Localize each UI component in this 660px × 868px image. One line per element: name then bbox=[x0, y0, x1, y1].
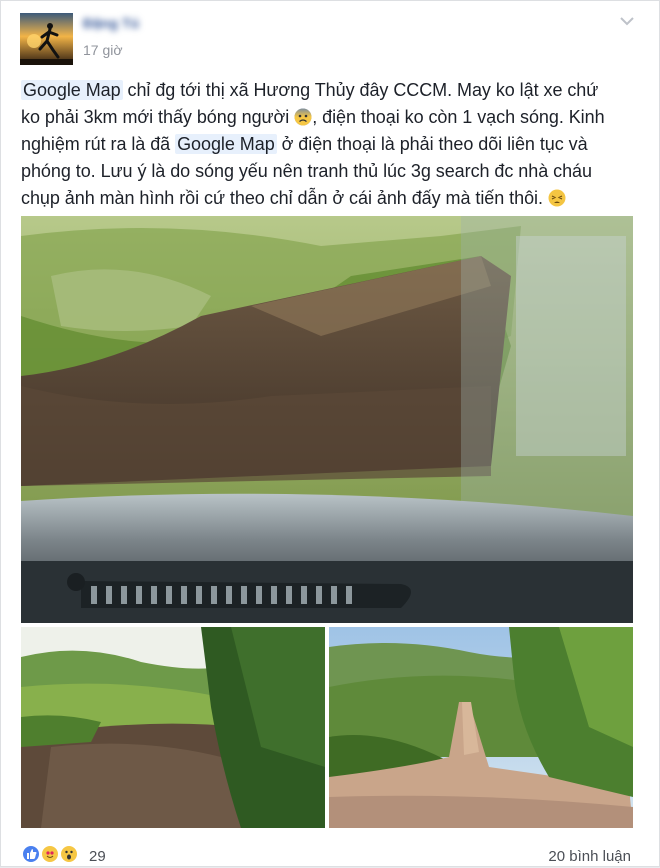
comments-count-link[interactable]: 20 bình luận bbox=[548, 848, 631, 865]
post-card: Đặng Tú 17 giờ Google Map chỉ đg tới thị… bbox=[0, 0, 660, 867]
post-timestamp[interactable]: 17 giờ bbox=[83, 42, 123, 58]
google-map-link[interactable]: Google Map bbox=[21, 80, 123, 100]
author-avatar[interactable] bbox=[20, 13, 73, 65]
love-icon bbox=[40, 844, 60, 864]
post-options-chevron-icon[interactable] bbox=[617, 13, 637, 29]
text-segment: nghiệm rút ra là đã bbox=[21, 134, 176, 154]
post-text-line-2: ko phải 3km mới thấy bóng người , điện t… bbox=[21, 104, 641, 131]
post-text: Google Map chỉ đg tới thị xã Hương Thủy … bbox=[21, 77, 641, 212]
photo-hills-trail-left[interactable] bbox=[21, 627, 325, 828]
tired-face-emoji bbox=[548, 188, 566, 207]
text-segment: chỉ đg tới thị xã Hương Thủy đây CCCM. M… bbox=[122, 80, 599, 100]
text-segment: , điện thoại ko còn 1 vạch sóng. Kinh bbox=[312, 107, 605, 127]
post-text-line-3: nghiệm rút ra là đã Google Map ở điện th… bbox=[21, 131, 641, 158]
text-segment: ko phải 3km mới thấy bóng người bbox=[21, 107, 295, 127]
wow-icon bbox=[59, 844, 79, 864]
post-text-line-1: Google Map chỉ đg tới thị xã Hương Thủy … bbox=[21, 77, 641, 104]
like-icon bbox=[21, 844, 41, 864]
reaction-count[interactable]: 29 bbox=[89, 848, 106, 865]
google-map-link[interactable]: Google Map bbox=[175, 134, 277, 154]
text-segment: chụp ảnh màn hình rồi cứ theo chỉ dẫn ở … bbox=[21, 188, 548, 208]
post-text-line-5: chụp ảnh màn hình rồi cứ theo chỉ dẫn ở … bbox=[21, 185, 641, 212]
author-name-text[interactable]: Đặng Tú bbox=[83, 15, 139, 31]
worried-face-emoji bbox=[294, 107, 312, 126]
photo-dirt-road-windshield[interactable] bbox=[21, 216, 633, 623]
author-name[interactable]: Đặng Tú bbox=[83, 15, 163, 33]
text-segment: ở điện thoại là phải theo dõi liên tục v… bbox=[276, 134, 588, 154]
photo-hills-trail-right[interactable] bbox=[329, 627, 633, 828]
runner-silhouette-icon bbox=[20, 13, 73, 65]
post-text-line-4: phóng to. Lưu ý là do sóng yếu nên tranh… bbox=[21, 161, 592, 181]
